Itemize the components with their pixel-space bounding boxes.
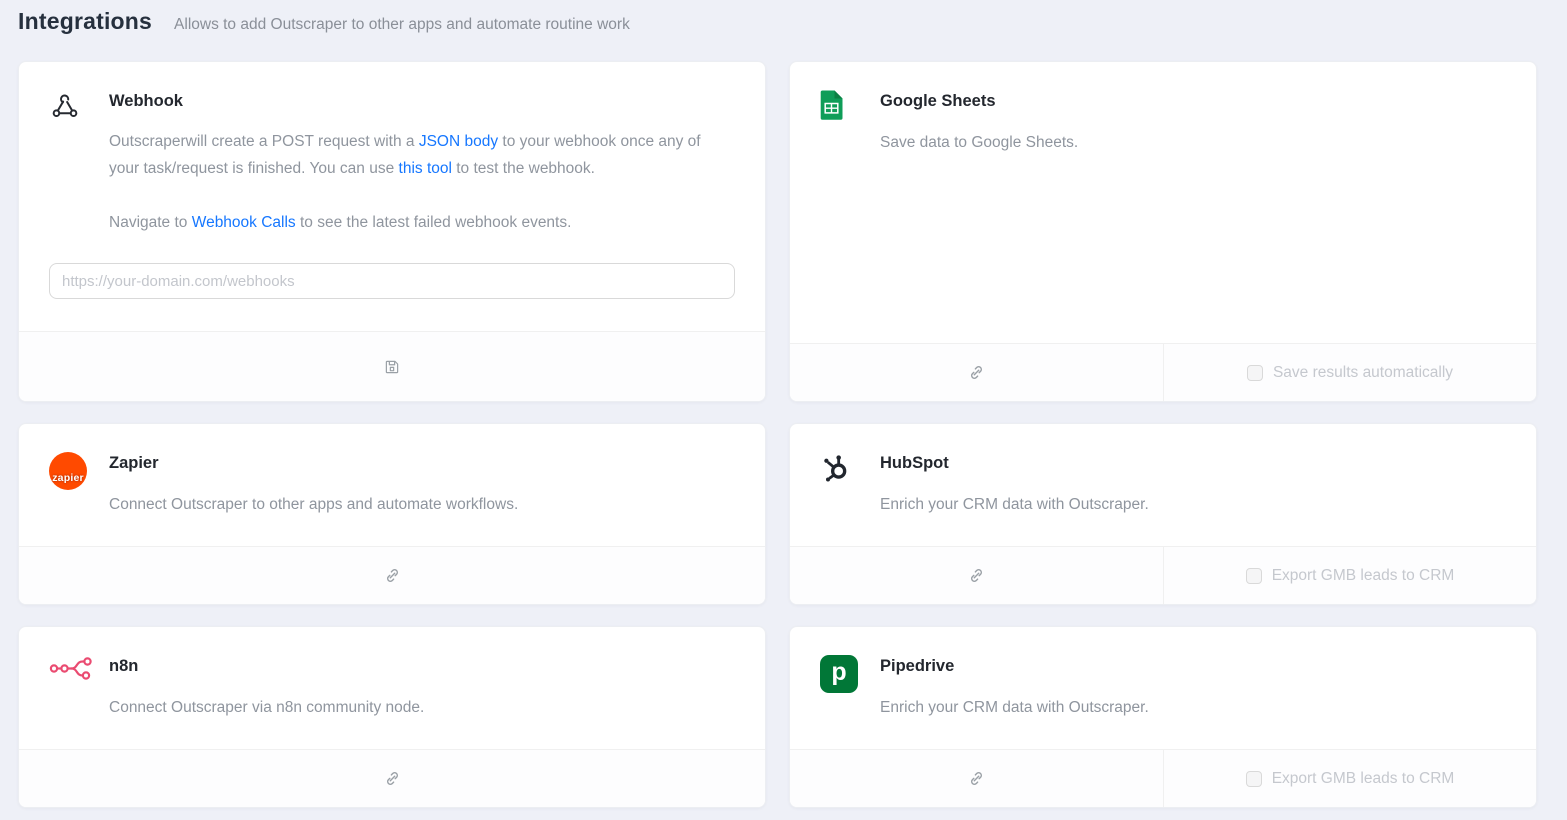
hubspot-description: Enrich your CRM data with Outscraper. (880, 491, 1506, 518)
page-title: Integrations (18, 8, 152, 35)
webhook-description-1: Outscraperwill create a POST request wit… (109, 128, 731, 182)
save-results-checkbox-label: Save results automatically (1273, 364, 1453, 382)
connect-zapier-button[interactable] (19, 547, 765, 604)
save-icon (383, 358, 401, 376)
link-icon (383, 566, 402, 585)
page-subtitle: Allows to add Outscraper to other apps a… (174, 16, 630, 34)
hubspot-card-actions: Export GMB leads to CRM (790, 546, 1536, 604)
google-sheets-description: Save data to Google Sheets. (880, 129, 1506, 156)
pipedrive-description: Enrich your CRM data with Outscraper. (880, 694, 1506, 721)
connect-hubspot-button[interactable] (790, 547, 1163, 604)
google-sheets-icon (820, 88, 868, 120)
link-icon (383, 769, 402, 788)
desc-text: to see the latest failed webhook events. (296, 214, 572, 231)
save-results-checkbox[interactable] (1247, 365, 1263, 381)
card-title-google-sheets: Google Sheets (880, 88, 1506, 114)
pipedrive-icon: p (820, 653, 868, 693)
link-icon (967, 566, 986, 585)
connect-google-sheets-button[interactable] (790, 344, 1163, 401)
webhook-icon (49, 88, 97, 122)
zapier-card-body: zapier Zapier Connect Outscraper to othe… (19, 424, 765, 546)
n8n-icon (49, 653, 97, 682)
card-title-n8n: n8n (109, 653, 735, 679)
export-gmb-leads-label-pipedrive: Export GMB leads to CRM (1272, 770, 1455, 788)
desc-text: to test the webhook. (452, 160, 595, 177)
card-google-sheets: Google Sheets Save data to Google Sheets… (789, 61, 1537, 402)
save-webhook-button[interactable] (19, 332, 765, 401)
hubspot-card-body: HubSpot Enrich your CRM data with Outscr… (790, 424, 1536, 546)
link-icon (967, 769, 986, 788)
n8n-card-body: n8n Connect Outscraper via n8n community… (19, 627, 765, 749)
export-gmb-leads-action-hubspot[interactable]: Export GMB leads to CRM (1163, 547, 1536, 604)
card-pipedrive: p Pipedrive Enrich your CRM data with Ou… (789, 626, 1537, 808)
webhook-url-input[interactable] (49, 263, 735, 299)
export-gmb-leads-checkbox-pipedrive[interactable] (1246, 771, 1262, 787)
pipedrive-card-actions: Export GMB leads to CRM (790, 749, 1536, 807)
card-title-webhook: Webhook (109, 88, 735, 114)
zapier-icon: zapier (49, 450, 97, 490)
webhook-calls-link[interactable]: Webhook Calls (192, 214, 296, 231)
zapier-logo: zapier (49, 452, 87, 490)
card-webhook: Webhook Outscraperwill create a POST req… (18, 61, 766, 402)
card-n8n: n8n Connect Outscraper via n8n community… (18, 626, 766, 808)
pipedrive-card-body: p Pipedrive Enrich your CRM data with Ou… (790, 627, 1536, 749)
google-sheets-card-body: Google Sheets Save data to Google Sheets… (790, 62, 1536, 343)
google-sheets-card-actions: Save results automatically (790, 343, 1536, 401)
export-gmb-leads-checkbox-hubspot[interactable] (1246, 568, 1262, 584)
webhook-description-2: Navigate to Webhook Calls to see the lat… (109, 209, 731, 236)
card-title-zapier: Zapier (109, 450, 735, 476)
page-header: Integrations Allows to add Outscraper to… (0, 0, 1567, 35)
zapier-description: Connect Outscraper to other apps and aut… (109, 491, 735, 518)
save-results-automatically-action[interactable]: Save results automatically (1163, 344, 1536, 401)
hubspot-icon (820, 450, 868, 484)
card-zapier: zapier Zapier Connect Outscraper to othe… (18, 423, 766, 605)
connect-n8n-button[interactable] (19, 750, 765, 807)
card-title-hubspot: HubSpot (880, 450, 1506, 476)
zapier-card-actions (19, 546, 765, 604)
json-body-link[interactable]: JSON body (419, 133, 498, 150)
integrations-grid: Webhook Outscraperwill create a POST req… (0, 61, 1567, 816)
card-title-pipedrive: Pipedrive (880, 653, 1506, 679)
card-hubspot: HubSpot Enrich your CRM data with Outscr… (789, 423, 1537, 605)
n8n-description: Connect Outscraper via n8n community nod… (109, 694, 735, 721)
this-tool-link[interactable]: this tool (399, 160, 452, 177)
webhook-card-actions (19, 331, 765, 401)
webhook-card-body: Webhook Outscraperwill create a POST req… (19, 62, 765, 331)
pipedrive-logo: p (820, 655, 858, 693)
desc-text: Outscraperwill create a POST request wit… (109, 133, 419, 150)
n8n-card-actions (19, 749, 765, 807)
desc-text: Navigate to (109, 214, 192, 231)
connect-pipedrive-button[interactable] (790, 750, 1163, 807)
export-gmb-leads-label-hubspot: Export GMB leads to CRM (1272, 567, 1455, 585)
export-gmb-leads-action-pipedrive[interactable]: Export GMB leads to CRM (1163, 750, 1536, 807)
link-icon (967, 363, 986, 382)
